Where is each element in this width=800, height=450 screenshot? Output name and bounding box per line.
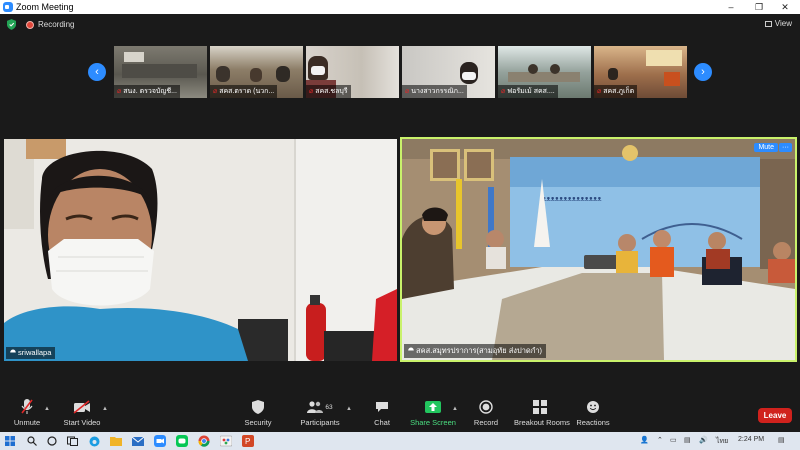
muted-mic-icon: ⌀	[117, 88, 122, 95]
participants-count: 63	[325, 403, 333, 411]
participant-name-tag: ⯊ สคส.สมุทรปราการ(สามอุทัย ส่งปาดกำ)	[404, 344, 547, 358]
encryption-shield-icon[interactable]	[7, 19, 16, 30]
gallery-next-button[interactable]: ›	[694, 63, 712, 81]
meeting-topbar: Recording View	[0, 14, 800, 36]
participant-name-tag: ⯊ sriwallapa	[6, 347, 56, 359]
people-icon[interactable]: 👤	[640, 436, 649, 444]
thumbnail-name: ⌀ สคส.ภูเก็ต	[594, 85, 638, 98]
breakout-rooms-button[interactable]: Breakout Rooms	[514, 398, 570, 427]
show-hidden-icons-chevron-icon[interactable]: ⌃	[657, 436, 663, 444]
muted-mic-icon: ⌀	[309, 88, 314, 95]
paint-app-icon[interactable]	[220, 435, 232, 447]
record-label: Record	[473, 418, 499, 427]
reactions-label: Reactions	[576, 418, 610, 427]
participant-video-feed: ᴥᴥᴥᴥᴥᴥᴥᴥᴥᴥᴥᴥᴥᴥ	[402, 139, 795, 360]
file-explorer-icon[interactable]	[110, 435, 122, 447]
participant-thumbnail[interactable]: ⌀ สนง. ตรวจบัญชี...	[114, 46, 207, 98]
chat-label: Chat	[374, 418, 390, 427]
minimize-button[interactable]: –	[718, 0, 744, 14]
muted-mic-icon: ⌀	[597, 88, 602, 95]
share-screen-label: Share Screen	[410, 418, 456, 427]
edge-browser-icon[interactable]	[88, 435, 100, 447]
audio-options-caret-icon[interactable]: ▲	[44, 406, 50, 412]
notifications-icon[interactable]: ▤	[778, 436, 785, 444]
gallery-prev-button[interactable]: ‹	[88, 63, 106, 81]
task-view-icon[interactable]	[66, 435, 78, 447]
volume-icon[interactable]: 🔊	[699, 436, 708, 444]
network-icon[interactable]: ▤	[684, 436, 691, 444]
view-label: View	[774, 19, 792, 28]
record-icon	[479, 400, 493, 414]
battery-icon[interactable]: ▭	[670, 436, 677, 444]
window-title: Zoom Meeting	[16, 2, 74, 12]
thumbnail-name: ⌀ สคส.ชลบุรี	[306, 85, 351, 98]
security-button[interactable]: Security	[242, 398, 274, 427]
record-button[interactable]: Record	[472, 398, 500, 427]
thumbnail-name: ⌀ สคส.ตราด (นวก...	[210, 85, 278, 98]
search-icon[interactable]	[26, 435, 38, 447]
unmute-button[interactable]: Unmute	[12, 398, 42, 427]
svg-text:P: P	[245, 437, 250, 446]
close-button[interactable]: ✕	[772, 0, 798, 14]
thumbnail-name: ⌀ นางสาวกรรณิก...	[402, 85, 467, 98]
share-screen-icon	[425, 401, 441, 413]
recording-indicator-icon	[26, 21, 34, 29]
share-options-caret-icon[interactable]: ▲	[452, 406, 458, 412]
zoom-taskbar-icon[interactable]	[154, 435, 166, 447]
view-button[interactable]: View	[764, 19, 792, 28]
maximize-button[interactable]: ❐	[746, 0, 772, 14]
powerpoint-icon[interactable]: P	[242, 435, 254, 447]
unmute-label: Unmute	[13, 418, 41, 427]
windows-start-icon[interactable]	[4, 435, 16, 447]
line-app-icon[interactable]	[176, 435, 188, 447]
muted-mic-icon	[21, 399, 33, 414]
start-video-label: Start Video	[63, 418, 101, 427]
recording-label: Recording	[38, 20, 75, 29]
more-options-button[interactable]: ···	[779, 143, 792, 152]
participants-button[interactable]: 63 Participants	[298, 398, 342, 427]
mute-participant-button[interactable]: Mute	[754, 143, 778, 152]
participant-thumbnail[interactable]: ⌀ นางสาวกรรณิก...	[402, 46, 495, 98]
breakout-rooms-icon	[533, 400, 547, 414]
reactions-smiley-icon	[587, 401, 599, 413]
muted-mic-icon: ⌀	[501, 88, 506, 95]
chat-icon	[376, 402, 388, 412]
clock-time[interactable]: 2:24 PM	[738, 436, 764, 443]
thumbnail-strip: ⌀ สนง. ตรวจบัญชี... ⌀ สคส.ตราด (นวก... ⌀ สค…	[114, 46, 687, 98]
participant-thumbnail[interactable]: ⌀ ฟอรัมเม้ สคส....	[498, 46, 591, 98]
window-titlebar: Zoom Meeting – ❐ ✕	[0, 0, 800, 14]
keyboard-language[interactable]: ไทย	[716, 436, 728, 447]
chat-button[interactable]: Chat	[368, 398, 396, 427]
thumbnail-name: ⌀ สนง. ตรวจบัญชี...	[114, 85, 180, 98]
video-off-icon	[73, 400, 90, 414]
windows-taskbar: P 👤 ⌃ ▭ ▤ 🔊 ไทย 2:24 PM ▤	[0, 432, 800, 450]
zoom-app-icon	[3, 2, 13, 12]
video-tile-left[interactable]: ⯊ sriwallapa	[4, 139, 397, 361]
share-screen-button[interactable]: Share Screen	[410, 398, 456, 427]
participants-options-caret-icon[interactable]: ▲	[346, 406, 352, 412]
participants-label: Participants	[300, 418, 340, 427]
security-label: Security	[244, 418, 272, 427]
participant-video-feed	[4, 139, 397, 361]
cortana-circle-icon[interactable]	[46, 435, 58, 447]
view-grid-icon	[764, 21, 772, 27]
meeting-controls-toolbar: Unmute ▲ Start Video ▲ Security 63 Parti…	[0, 398, 800, 432]
participant-thumbnail[interactable]: ⌀ สคส.ตราด (นวก...	[210, 46, 303, 98]
muted-mic-icon: ⌀	[405, 88, 410, 95]
video-tile-active-speaker[interactable]: ᴥᴥᴥᴥᴥᴥᴥᴥᴥᴥᴥᴥᴥᴥ Mute ··· ⯊ สคส.สมุทรปรากา…	[400, 137, 797, 362]
breakout-rooms-label: Breakout Rooms	[514, 418, 570, 427]
participant-thumbnail[interactable]: ⌀ สคส.ภูเก็ต	[594, 46, 687, 98]
reactions-button[interactable]: Reactions	[576, 398, 610, 427]
participants-icon	[307, 401, 324, 413]
thumbnail-name: ⌀ ฟอรัมเม้ สคส....	[498, 85, 558, 98]
svg-text:ᴥᴥᴥᴥᴥᴥᴥᴥᴥᴥᴥᴥᴥᴥ: ᴥᴥᴥᴥᴥᴥᴥᴥᴥᴥᴥᴥᴥᴥ	[542, 196, 602, 203]
start-video-button[interactable]: Start Video	[62, 398, 102, 427]
leave-meeting-button[interactable]: Leave	[758, 408, 792, 423]
chrome-browser-icon[interactable]	[198, 435, 210, 447]
participant-thumbnail[interactable]: ⌀ สคส.ชลบุรี	[306, 46, 399, 98]
video-options-caret-icon[interactable]: ▲	[102, 406, 108, 412]
muted-mic-icon: ⌀	[213, 88, 218, 95]
mail-icon[interactable]	[132, 435, 144, 447]
security-shield-icon	[252, 400, 264, 414]
